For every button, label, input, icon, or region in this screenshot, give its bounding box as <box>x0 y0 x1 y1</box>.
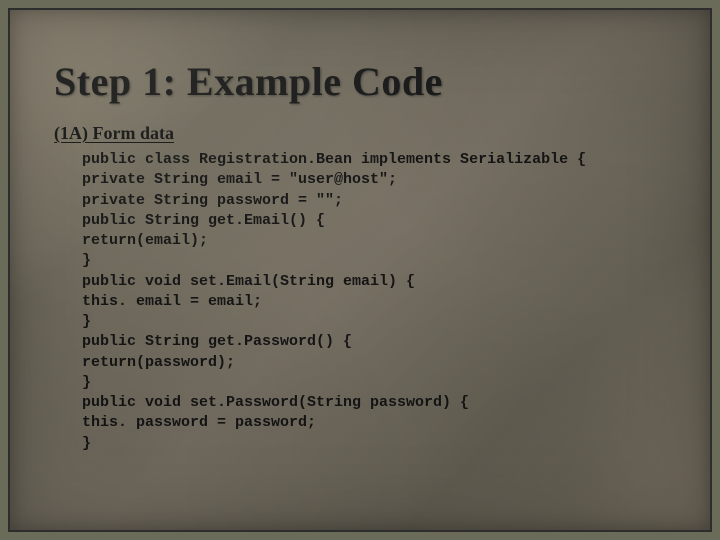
slide-subtitle: (1A) Form data <box>54 123 666 144</box>
slide-title: Step 1: Example Code <box>54 58 666 105</box>
slide: Step 1: Example Code (1A) Form data publ… <box>8 8 712 532</box>
code-block: public class Registration.Bean implement… <box>82 150 666 454</box>
